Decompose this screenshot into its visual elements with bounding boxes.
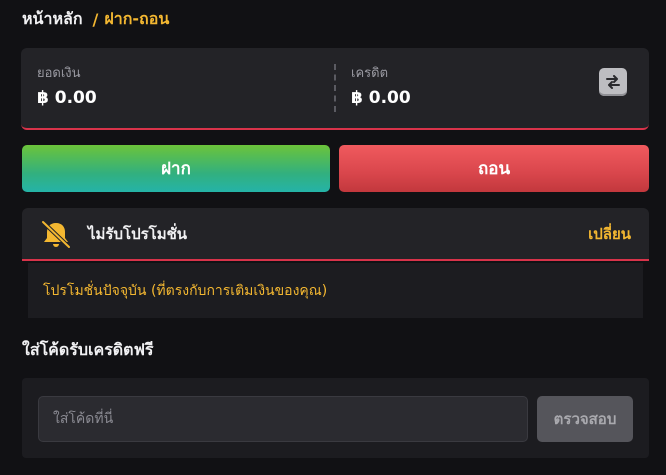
credit-value: ฿ 0.00 <box>351 88 411 108</box>
withdraw-button[interactable]: ถอน <box>339 145 649 192</box>
breadcrumb-separator: / <box>92 9 99 29</box>
deposit-button[interactable]: ฝาก <box>22 145 330 192</box>
breadcrumb: หน้าหลัก / ฝาก-ถอน <box>22 8 169 30</box>
bell-off-icon <box>41 220 71 249</box>
breadcrumb-current: ฝาก-ถอน <box>104 8 170 28</box>
balance-label: ยอดเงิน <box>37 66 81 81</box>
current-promotion-text: โปรโมชั่นปัจจุบัน (ที่ตรงกับการเติมเงินข… <box>28 263 643 318</box>
breadcrumb-home-link[interactable]: หน้าหลัก <box>22 7 83 32</box>
free-credit-title: ใส่โค้ดรับเครดิตฟรี <box>22 340 154 359</box>
credit-label: เครดิต <box>351 66 389 81</box>
credit-section: เครดิต ฿ 0.00 <box>351 64 411 108</box>
swap-button[interactable] <box>599 68 627 96</box>
swap-arrows-icon <box>606 75 620 89</box>
promotion-status-label: ไม่รับโปรโมชั่น <box>88 224 188 243</box>
promotion-bar: ไม่รับโปรโมชั่น เปลี่ยน <box>22 208 649 261</box>
balance-section: ยอดเงิน ฿ 0.00 <box>37 64 97 108</box>
free-credit-card: ตรวจสอบ <box>22 378 649 458</box>
change-promotion-link[interactable]: เปลี่ยน <box>588 222 631 246</box>
promo-code-input[interactable] <box>38 396 528 442</box>
balance-divider <box>334 64 336 112</box>
balance-card: ยอดเงิน ฿ 0.00 เครดิต ฿ 0.00 <box>21 48 649 130</box>
balance-value: ฿ 0.00 <box>37 88 97 108</box>
check-code-button[interactable]: ตรวจสอบ <box>537 396 633 442</box>
